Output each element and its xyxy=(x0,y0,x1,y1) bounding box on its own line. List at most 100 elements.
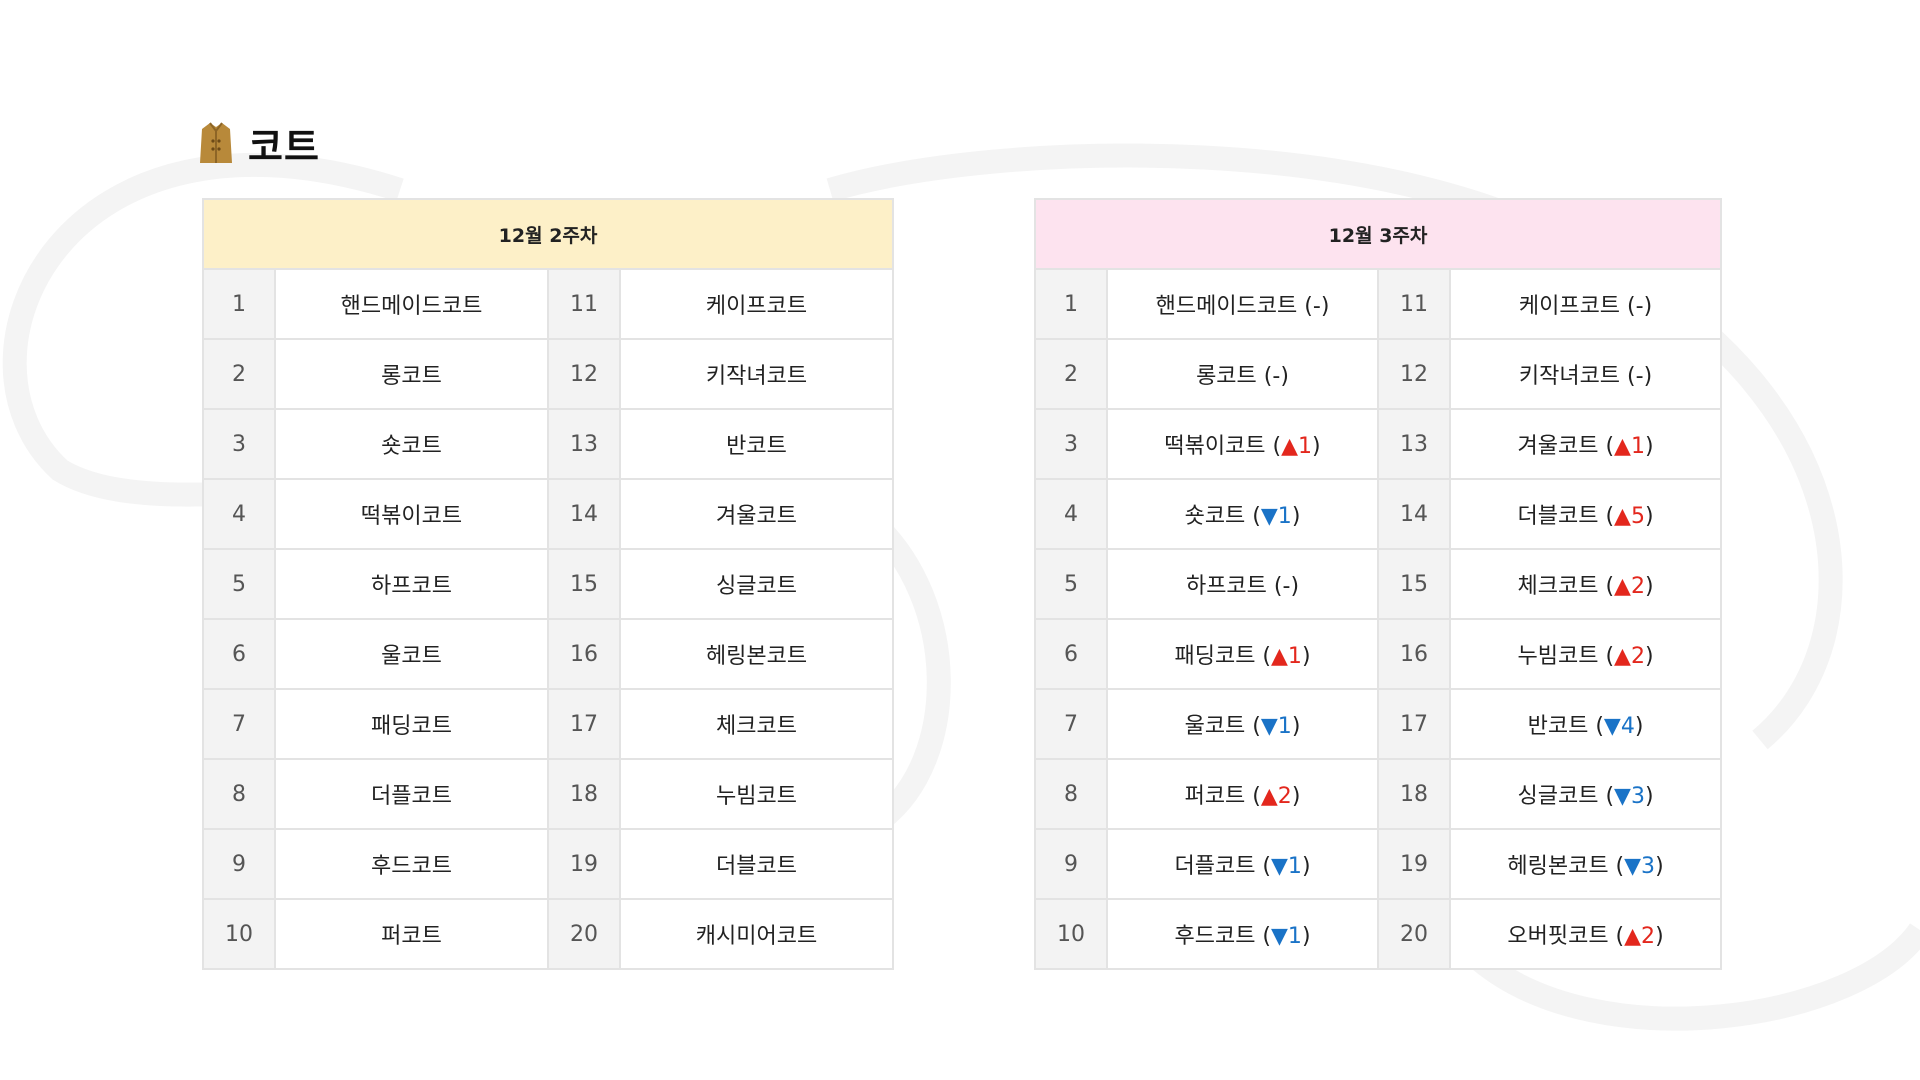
paren-close: ) xyxy=(1280,364,1289,389)
table-row: 9 후드코트 19 더블코트 xyxy=(202,828,895,900)
rank-change: ▼4 xyxy=(1603,714,1635,739)
paren-close: ) xyxy=(1301,924,1311,949)
rank-number: 3 xyxy=(1034,408,1108,480)
keyword-cell: 패딩코트 (▲1) xyxy=(1106,618,1379,690)
paren-close: ) xyxy=(1320,294,1330,319)
rank-number: 20 xyxy=(547,898,621,970)
paren-open: ( xyxy=(1598,574,1615,599)
rank-number: 16 xyxy=(1377,618,1451,690)
keyword-cell: 반코트 xyxy=(618,408,895,480)
rank-number: 20 xyxy=(1377,898,1451,970)
keyword-cell: 싱글코트 (▼3) xyxy=(1448,758,1723,830)
rank-number: 12 xyxy=(1377,338,1451,410)
paren-close: ) xyxy=(1644,644,1654,669)
keyword-cell: 롱코트 (-) xyxy=(1106,338,1379,410)
rank-number: 15 xyxy=(1377,548,1451,620)
keyword-name: 헤링본코트 xyxy=(1507,854,1609,879)
table-row: 9 더플코트 (▼1) 19 헤링본코트 (▼3) xyxy=(1034,828,1723,900)
paren-close: ) xyxy=(1644,784,1654,809)
rank-number: 17 xyxy=(547,688,621,760)
keyword-cell: 퍼코트 (▲2) xyxy=(1106,758,1379,830)
table-row: 8 퍼코트 (▲2) 18 싱글코트 (▼3) xyxy=(1034,758,1723,830)
keyword-cell: 더플코트 (▼1) xyxy=(1106,828,1379,900)
paren-close: ) xyxy=(1655,924,1664,949)
rank-number: 11 xyxy=(1377,268,1451,340)
paren-open: ( xyxy=(1297,294,1313,319)
rank-number: 5 xyxy=(202,548,276,620)
rank-number: 2 xyxy=(202,338,276,410)
table-row: 5 하프코트 15 싱글코트 xyxy=(202,548,895,620)
paren-close: ) xyxy=(1312,434,1321,459)
keyword-cell: 더플코트 xyxy=(274,758,549,830)
week3-ranking-table: 12월 3주차 1 핸드메이드코트 (-) 11 케이프코트 (-) 2 롱코트 (-) 1… xyxy=(1033,198,1723,970)
rank-number: 4 xyxy=(1034,478,1108,550)
keyword-cell: 겨울코트 (▲1) xyxy=(1448,408,1723,480)
keyword-cell: 떡볶이코트 xyxy=(274,478,549,550)
keyword-cell: 후드코트 (▼1) xyxy=(1106,898,1379,970)
rank-change: ▲2 xyxy=(1614,574,1645,599)
rank-number: 16 xyxy=(547,618,621,690)
keyword-cell: 더블코트 xyxy=(618,828,895,900)
paren-open: ( xyxy=(1266,574,1283,599)
keyword-cell: 싱글코트 xyxy=(618,548,895,620)
rank-change: ▼3 xyxy=(1614,784,1645,809)
keyword-cell: 케이프코트 (-) xyxy=(1448,268,1723,340)
paren-open: ( xyxy=(1245,504,1261,529)
rank-number: 8 xyxy=(1034,758,1108,830)
rank-number: 15 xyxy=(547,548,621,620)
table-row: 4 떡볶이코트 14 겨울코트 xyxy=(202,478,895,550)
table-row: 3 떡볶이코트 (▲1) 13 겨울코트 (▲1) xyxy=(1034,408,1723,480)
keyword-cell: 떡볶이코트 (▲1) xyxy=(1106,408,1379,480)
keyword-cell: 헤링본코트 (▼3) xyxy=(1448,828,1723,900)
week2-title: 12월 2주차 xyxy=(201,198,895,270)
keyword-name: 떡볶이코트 xyxy=(1164,434,1266,459)
page-title: 코트 xyxy=(248,124,320,169)
week2-ranking-table: 12월 2주차 1 핸드메이드코트 11 케이프코트 2 롱코트 12 키작녀코트 3 숏코트 13… xyxy=(201,198,895,970)
rank-number: 10 xyxy=(202,898,276,970)
keyword-name: 핸드메이드코트 xyxy=(1155,294,1298,319)
rank-number: 7 xyxy=(1034,688,1108,760)
page-header: 코트 xyxy=(198,118,320,169)
table-row: 3 숏코트 13 반코트 xyxy=(202,408,895,480)
keyword-cell: 오버핏코트 (▲2) xyxy=(1448,898,1723,970)
paren-close: ) xyxy=(1291,784,1301,809)
rank-change: ▼1 xyxy=(1271,924,1302,949)
keyword-cell: 핸드메이드코트 xyxy=(274,268,549,340)
paren-open: ( xyxy=(1245,784,1261,809)
paren-close: ) xyxy=(1301,854,1311,879)
rank-number: 12 xyxy=(547,338,621,410)
keyword-name: 싱글코트 xyxy=(1517,784,1599,809)
table-row: 6 패딩코트 (▲1) 16 누빔코트 (▲2) xyxy=(1034,618,1723,690)
paren-open: ( xyxy=(1255,644,1272,669)
rank-change: ▲1 xyxy=(1271,644,1302,669)
rank-change: ▼3 xyxy=(1624,854,1656,879)
paren-open: ( xyxy=(1620,364,1636,389)
rank-number: 3 xyxy=(202,408,276,480)
paren-close: ) xyxy=(1643,294,1653,319)
paren-open: ( xyxy=(1598,644,1615,669)
rank-number: 18 xyxy=(547,758,621,830)
paren-close: ) xyxy=(1655,854,1664,879)
keyword-cell: 누빔코트 (▲2) xyxy=(1448,618,1723,690)
table-row: 10 퍼코트 20 캐시미어코트 xyxy=(202,898,895,970)
keyword-cell: 울코트 (▼1) xyxy=(1106,688,1379,760)
keyword-cell: 울코트 xyxy=(274,618,549,690)
paren-open: ( xyxy=(1608,924,1625,949)
paren-close: ) xyxy=(1643,364,1653,389)
paren-close: ) xyxy=(1644,504,1654,529)
rank-number: 8 xyxy=(202,758,276,830)
keyword-cell: 숏코트 (▼1) xyxy=(1106,478,1379,550)
rank-change: - xyxy=(1312,294,1321,319)
keyword-cell: 더블코트 (▲5) xyxy=(1448,478,1723,550)
keyword-name: 퍼코트 xyxy=(1184,784,1246,809)
rank-number: 7 xyxy=(202,688,276,760)
paren-close: ) xyxy=(1634,714,1644,739)
coat-icon xyxy=(200,122,232,163)
week3-title: 12월 3주차 xyxy=(1033,198,1723,270)
rank-change: ▲2 xyxy=(1260,784,1292,809)
keyword-cell: 헤링본코트 xyxy=(618,618,895,690)
rank-number: 5 xyxy=(1034,548,1108,620)
table-row: 10 후드코트 (▼1) 20 오버핏코트 (▲2) xyxy=(1034,898,1723,970)
paren-close: ) xyxy=(1291,714,1301,739)
keyword-cell: 체크코트 xyxy=(618,688,895,760)
